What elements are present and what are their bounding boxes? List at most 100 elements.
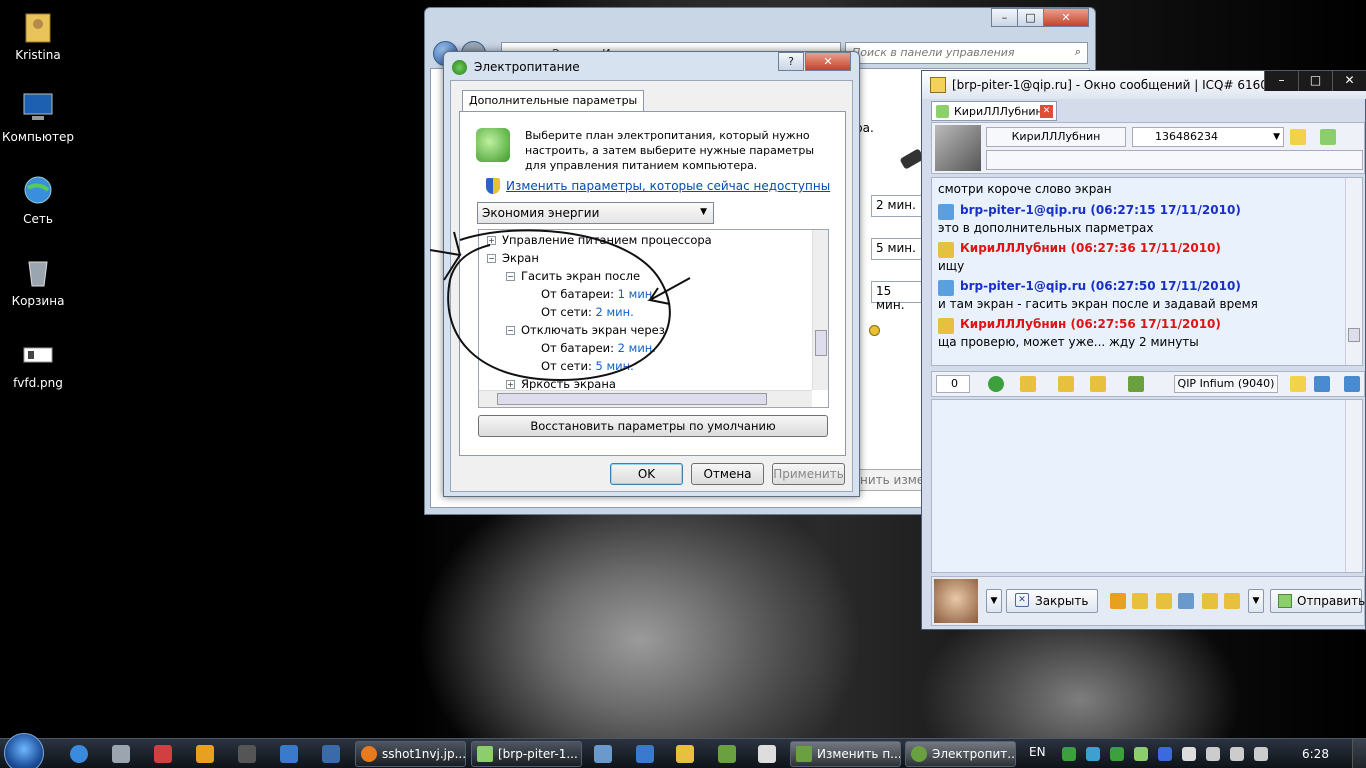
volume-icon[interactable] (1254, 747, 1268, 761)
folder-icon[interactable] (676, 745, 694, 763)
change-unavailable-settings-link[interactable]: Изменить параметры, которые сейчас недос… (506, 179, 830, 193)
time-input-1[interactable]: 2 мин. (871, 195, 927, 217)
task-power-options[interactable]: Электропит... (905, 741, 1016, 767)
close-chat-button[interactable]: ✕ Закрыть (1006, 589, 1098, 613)
close-button[interactable]: ✕ (1043, 8, 1089, 27)
pencil-icon[interactable] (1224, 593, 1240, 609)
help-button[interactable]: ? (778, 52, 804, 71)
save-icon[interactable] (1128, 376, 1144, 392)
vertical-scrollbar[interactable] (1345, 178, 1362, 365)
close-icon[interactable] (1344, 376, 1360, 392)
qip-app-icon (930, 77, 946, 93)
maximize-button[interactable]: □ (1017, 8, 1044, 27)
contact-tab[interactable]: КириЛЛЛубнин ✕ (931, 101, 1057, 121)
highlight-icon[interactable] (1090, 376, 1106, 392)
search-placeholder: Поиск в панели управления (852, 46, 1015, 59)
action-center-flag-icon[interactable] (1182, 747, 1196, 761)
remote-icon[interactable] (636, 745, 654, 763)
note-icon[interactable] (1290, 376, 1306, 392)
bluetooth-icon[interactable] (1158, 747, 1172, 761)
smile-icon[interactable] (1132, 593, 1148, 609)
restore-defaults-button[interactable]: Восстановить параметры по умолчанию (478, 415, 828, 437)
minimize-button[interactable]: – (991, 8, 1018, 27)
apply-changes-button[interactable]: нить измен (855, 469, 925, 491)
send-button[interactable]: Отправить (1270, 589, 1365, 613)
network-icon[interactable] (1206, 747, 1220, 761)
info-icon[interactable] (1290, 129, 1306, 145)
title-text: [brp-piter-1@qip.ru] - Окно сообщений | … (952, 78, 1303, 92)
scroll-thumb[interactable] (497, 393, 767, 405)
close-button[interactable]: ✕ (805, 52, 851, 71)
contact-uin-select[interactable]: 136486234 ▼ (1132, 127, 1284, 147)
scroll-thumb[interactable] (815, 330, 827, 356)
maximize-button[interactable]: □ (1298, 71, 1332, 91)
media-player-icon[interactable] (196, 745, 214, 763)
tray-icon[interactable] (1134, 747, 1148, 761)
my-avatar[interactable] (934, 579, 978, 623)
power-options-dialog[interactable]: Электропитание ? ✕ Дополнительные параме… (430, 51, 860, 497)
format-icon[interactable] (1020, 376, 1036, 392)
chat-history[interactable]: смотри короче слово экран brp-piter-1@qi… (931, 177, 1363, 366)
desktop-icon-recycle-bin[interactable]: Корзина (0, 254, 76, 308)
start-button[interactable] (4, 733, 44, 768)
tab-advanced-settings[interactable]: Дополнительные параметры (462, 90, 645, 112)
internet-explorer-icon[interactable] (70, 745, 88, 763)
translit-icon[interactable] (1156, 593, 1172, 609)
emoticon-icon[interactable] (988, 376, 1004, 392)
search-input[interactable]: Поиск в панели управления ⌕ (845, 42, 1088, 64)
time-input-2[interactable]: 5 мин. (871, 238, 927, 260)
app-icon[interactable] (718, 745, 736, 763)
text-style-icon[interactable] (1110, 593, 1126, 609)
chevron-down-icon: ▼ (1273, 132, 1280, 142)
contact-uin: 136486234 (1155, 130, 1218, 143)
qip-message-window[interactable]: [brp-piter-1@qip.ru] - Окно сообщений | … (921, 70, 1366, 630)
app-icon[interactable] (758, 745, 776, 763)
settings-icon[interactable] (280, 745, 298, 763)
clock[interactable]: 6:28 (1302, 747, 1329, 761)
keyboard-icon[interactable] (322, 745, 340, 763)
brightness-slider-thumb[interactable] (869, 325, 880, 336)
close-tab-icon[interactable]: ✕ (1040, 105, 1053, 118)
power-icon[interactable] (1230, 747, 1244, 761)
tray-icon[interactable] (1086, 747, 1100, 761)
layout-icon[interactable] (1314, 376, 1330, 392)
task-qip-chat[interactable]: [brp-piter-1... (471, 741, 582, 767)
show-desktop-button[interactable] (1352, 739, 1366, 768)
file-transfer-icon[interactable] (1178, 593, 1194, 609)
desktop-icon-kristina[interactable]: Kristina (0, 8, 76, 62)
desktop-icon-network[interactable]: Сеть (0, 172, 76, 226)
time-input-3[interactable]: 15 мин. (871, 281, 927, 312)
hand-drawn-circle-annotation (430, 229, 691, 382)
tray-icon[interactable] (1110, 747, 1124, 761)
history-icon[interactable] (1320, 129, 1336, 145)
camera-icon[interactable] (112, 745, 130, 763)
cancel-button[interactable]: Отмена (691, 463, 764, 485)
vertical-scrollbar[interactable] (1345, 400, 1362, 572)
dialog-title: Электропитание (474, 60, 580, 74)
close-button[interactable]: ✕ (1332, 71, 1366, 91)
desktop-icon-fvfd-png[interactable]: fvfd.png (0, 336, 76, 390)
time-value: 15 мин. (876, 284, 905, 312)
task-sshot[interactable]: sshot1nvj.jp... (355, 741, 466, 767)
task-label: Электропит... (932, 747, 1016, 761)
app-icon[interactable] (594, 745, 612, 763)
minimize-button[interactable]: – (1264, 71, 1298, 91)
movie-icon[interactable] (238, 745, 256, 763)
contact-avatar[interactable] (935, 125, 981, 171)
tray-icon[interactable] (1062, 747, 1076, 761)
desktop-icon-computer[interactable]: Компьютер (0, 90, 76, 144)
quote-icon[interactable] (1202, 593, 1218, 609)
message-input[interactable] (931, 399, 1363, 573)
scroll-thumb[interactable] (1348, 328, 1360, 342)
language-indicator[interactable]: EN (1029, 745, 1046, 759)
chevron-down-icon[interactable]: ▼ (986, 589, 1002, 613)
apply-button[interactable]: Применить (772, 463, 845, 485)
task-change-plan[interactable]: Изменить п... (790, 741, 901, 767)
horizontal-scrollbar[interactable] (479, 390, 812, 407)
chevron-down-icon[interactable]: ▼ (1248, 589, 1264, 613)
acrobat-icon[interactable] (154, 745, 172, 763)
vertical-scrollbar[interactable] (812, 230, 828, 390)
templates-icon[interactable] (1058, 376, 1074, 392)
ok-button[interactable]: OK (610, 463, 683, 485)
firefox-icon (361, 746, 377, 762)
